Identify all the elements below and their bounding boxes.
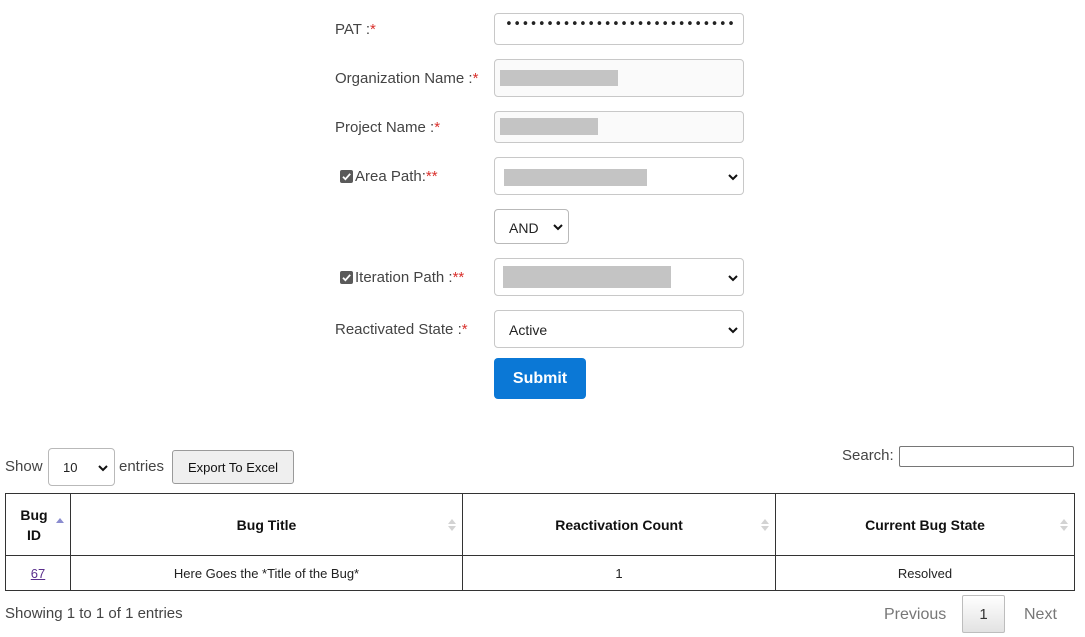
redacted-value [503,266,671,288]
column-header-reactivation-count[interactable]: Reactivation Count [462,493,776,556]
table-row: 67 Here Goes the *Title of the Bug* 1 Re… [5,555,1075,591]
bugs-table: Bug ID Bug Title Reactivation Count Curr… [5,493,1075,591]
project-label-text: Project Name : [335,119,435,136]
column-header-label: Bug ID [20,506,48,543]
required-marker: * [434,119,441,136]
search-input[interactable] [899,446,1074,467]
organization-label: Organization Name :* [335,70,478,87]
operator-select[interactable]: AND [494,209,569,244]
pat-input-value: ••••••••••••••••••••••••••••••••••••••••… [505,17,735,32]
organization-input[interactable] [494,59,744,97]
required-marker: * [472,70,479,87]
chevron-down-icon [726,271,740,285]
sort-icon [761,517,769,533]
chevron-down-icon [726,323,740,337]
redacted-value [500,70,618,86]
pat-input[interactable]: ••••••••••••••••••••••••••••••••••••••••… [494,13,744,45]
required-marker: ** [452,269,465,286]
page-number: 1 [979,605,988,623]
reactivated-state-label-text: Reactivated State : [335,321,462,338]
organization-label-text: Organization Name : [335,70,473,87]
required-marker: * [370,21,376,38]
sort-ascending-icon [56,516,64,532]
chevron-down-icon [726,170,740,184]
column-header-bug-title[interactable]: Bug Title [70,493,463,556]
entries-select[interactable]: 10 [48,448,115,486]
entries-label: entries [119,458,165,475]
entries-select-value: 10 [63,460,78,475]
page-1-button[interactable]: 1 [962,595,1005,633]
table-info: Showing 1 to 1 of 1 entries [5,605,183,622]
column-header-label: Bug Title [236,516,297,533]
reactivated-state-select[interactable]: Active [494,310,744,348]
chevron-down-icon [551,220,565,234]
column-header-label: Reactivation Count [555,516,683,533]
bug-title-cell: Here Goes the *Title of the Bug* [70,555,463,591]
checkmark-icon [342,173,351,181]
table-header-row: Bug ID Bug Title Reactivation Count Curr… [5,493,1075,556]
sort-icon [1060,517,1068,533]
iteration-path-checkbox[interactable] [340,271,353,284]
column-header-bug-id[interactable]: Bug ID [5,493,71,556]
project-input[interactable] [494,111,744,143]
checkmark-icon [342,274,351,282]
chevron-down-icon [96,461,110,475]
show-label: Show [5,458,43,475]
area-path-label-text: Area Path: [355,168,426,185]
required-marker: ** [425,168,438,185]
iteration-path-select[interactable] [494,258,744,296]
previous-page-button[interactable]: Previous [884,606,946,624]
export-to-excel-button[interactable]: Export To Excel [172,450,294,484]
project-label: Project Name :* [335,119,440,136]
area-path-label: Area Path:** [355,168,438,185]
area-path-select[interactable] [494,157,744,195]
operator-select-value: AND [509,220,539,236]
redacted-value [504,169,647,186]
area-path-checkbox[interactable] [340,170,353,183]
bug-id-link[interactable]: 67 [31,566,45,581]
current-bug-state-cell: Resolved [775,555,1075,591]
next-page-button[interactable]: Next [1024,606,1057,624]
required-marker: * [461,321,468,338]
search-label: Search: [842,447,894,464]
submit-button[interactable]: Submit [494,358,586,399]
bug-id-cell: 67 [5,555,71,591]
redacted-value [500,118,598,135]
reactivation-count-cell: 1 [462,555,776,591]
iteration-path-label-text: Iteration Path : [355,269,453,286]
reactivated-state-label: Reactivated State :* [335,321,468,338]
reactivated-state-value: Active [509,322,548,338]
pat-label: PAT :* [335,21,376,38]
pat-label-text: PAT : [335,21,371,38]
column-header-current-bug-state[interactable]: Current Bug State [775,493,1075,556]
iteration-path-label: Iteration Path :** [355,269,464,286]
column-header-label: Current Bug State [865,516,985,533]
sort-icon [448,517,456,533]
